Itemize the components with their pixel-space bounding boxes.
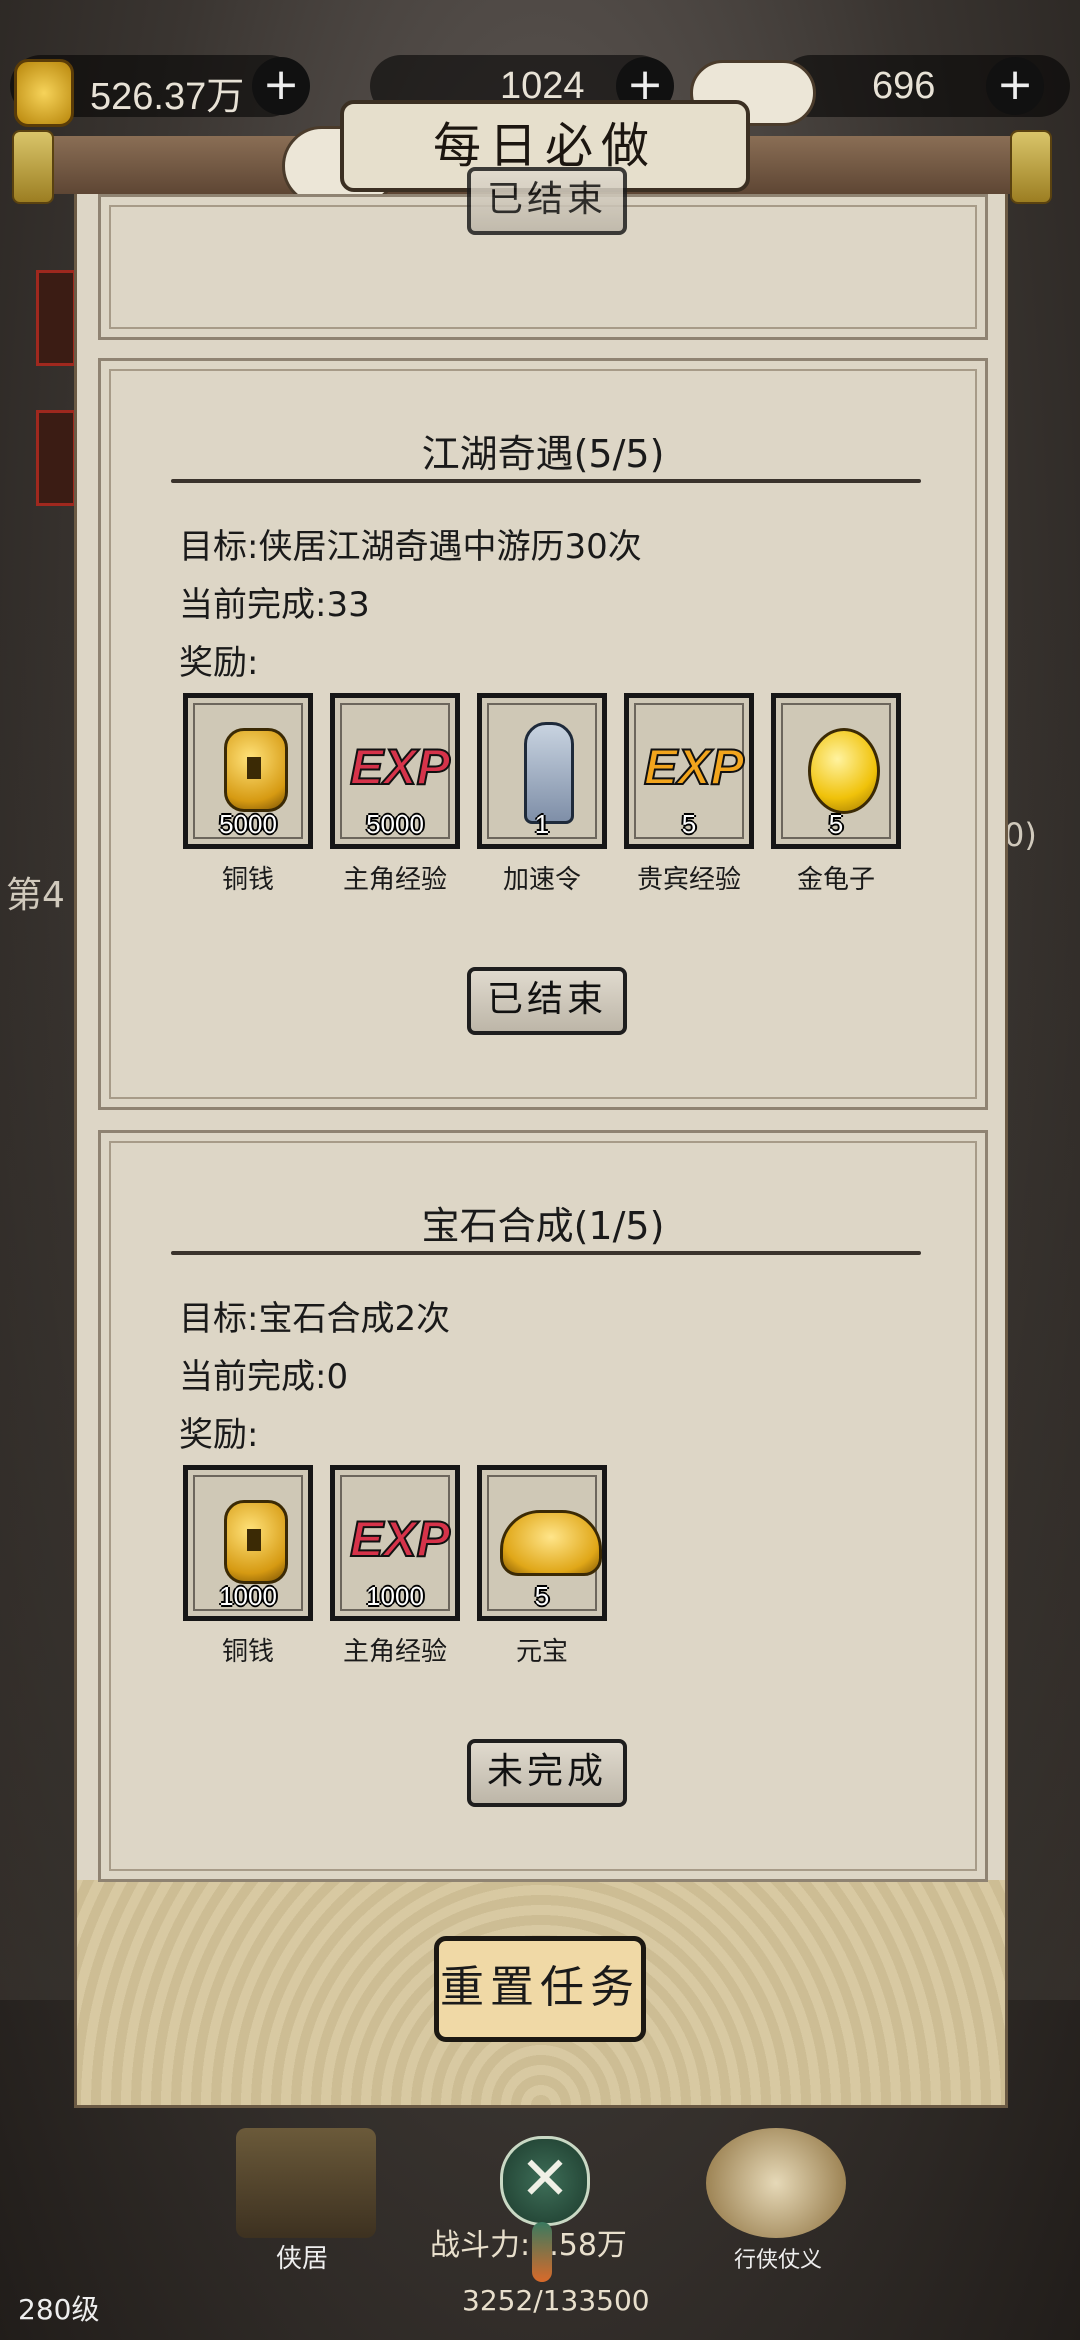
- scroll-end-left: [12, 130, 54, 204]
- reward-label: 奖励:: [179, 643, 259, 683]
- task-goal: 目标:侠居江湖奇遇中游历30次: [179, 527, 642, 567]
- side-right-label: 0): [1004, 816, 1037, 854]
- home-building-icon[interactable]: [236, 2128, 376, 2238]
- exp-red-icon: EXP: [349, 738, 451, 796]
- reward-name: 主角经验: [342, 865, 447, 895]
- task-card-previous: 已结束: [98, 167, 988, 340]
- reward-label: 奖励:: [179, 1415, 259, 1455]
- task-card-jianghu: 江湖奇遇(5/5) 目标:侠居江湖奇遇中游历30次 当前完成:33 奖励: 50…: [98, 358, 988, 1110]
- gold-ingot-icon: [500, 1510, 602, 1576]
- home-label: 侠居: [276, 2244, 329, 2274]
- reward-name: 加速令: [502, 865, 581, 895]
- divider: [171, 479, 921, 483]
- reward-item[interactable]: 5000 铜钱: [183, 693, 313, 895]
- reward-qty: 5000: [219, 809, 277, 839]
- add-coins-button[interactable]: +: [252, 57, 310, 115]
- left-side-button[interactable]: [36, 270, 76, 366]
- reward-item[interactable]: 1000 铜钱: [183, 1465, 313, 1667]
- reward-name: 铜钱: [221, 1637, 274, 1667]
- exp-progress: 3252/133500: [462, 2284, 650, 2317]
- task-title: 宝石合成(1/5): [421, 1204, 665, 1248]
- scroll-end-right: [1010, 130, 1052, 204]
- coin-amount: 526.37万: [90, 76, 245, 118]
- combat-power: 战斗力:8.58万: [430, 2228, 627, 2263]
- reward-qty: 5000: [366, 809, 424, 839]
- reward-item[interactable]: EXP 1000 主角经验: [330, 1465, 460, 1667]
- reward-item[interactable]: 5 元宝: [477, 1465, 607, 1667]
- reward-qty: 1000: [219, 1581, 277, 1611]
- close-button[interactable]: ✕: [500, 2136, 590, 2226]
- reward-item[interactable]: 5 金龟子 }: [771, 693, 901, 895]
- task-status-button[interactable]: 已结束: [467, 967, 627, 1035]
- copper-coin-icon: [224, 728, 288, 812]
- reset-tasks-button[interactable]: 重置任务: [434, 1936, 646, 2042]
- close-button-tassel: [532, 2222, 552, 2282]
- task-goal: 目标:宝石合成2次: [179, 1299, 451, 1339]
- reward-qty: 5: [828, 809, 844, 839]
- copper-coin-icon: [224, 1500, 288, 1584]
- reward-item[interactable]: EXP 5000 主角经验: [330, 693, 460, 895]
- golden-beetle-icon: [808, 728, 880, 814]
- task-progress: 当前完成:0: [179, 1357, 349, 1397]
- quest-character-icon[interactable]: [706, 2128, 846, 2238]
- reward-qty: 1000: [366, 1581, 424, 1611]
- reward-qty: 1: [534, 809, 550, 839]
- task-status-button[interactable]: 未完成: [467, 1739, 627, 1807]
- reward-name: 主角经验: [342, 1637, 447, 1667]
- exp-red-icon: EXP: [349, 1510, 451, 1568]
- side-chapter-label: 第4: [6, 875, 65, 916]
- reward-qty: 5: [681, 809, 697, 839]
- reward-item[interactable]: EXP 5 贵宾经验: [624, 693, 754, 895]
- reward-item[interactable]: 1 加速令: [477, 693, 607, 895]
- reward-name: 金龟子: [796, 865, 875, 895]
- task-title: 江湖奇遇(5/5): [421, 432, 665, 476]
- player-level: 280级: [18, 2293, 100, 2326]
- task-progress: 当前完成:33: [179, 585, 370, 625]
- task-card-gem-synthesis: 宝石合成(1/5) 目标:宝石合成2次 当前完成:0 奖励: 1000 铜钱 E…: [98, 1130, 988, 1882]
- task-status-button[interactable]: 已结束: [467, 167, 627, 235]
- exp-gold-icon: EXP: [643, 738, 745, 796]
- reward-name: 贵宾经验: [636, 865, 741, 895]
- reward-name: 铜钱: [221, 865, 274, 895]
- reward-qty: 5: [534, 1581, 550, 1611]
- left-side-button[interactable]: [36, 410, 76, 506]
- gem-amount: 696: [872, 65, 936, 107]
- divider: [171, 1251, 921, 1255]
- add-gems-button[interactable]: +: [986, 57, 1044, 115]
- reward-name: 元宝: [515, 1637, 568, 1667]
- quest-label: 行侠仗义: [734, 2248, 823, 2273]
- copper-coin-icon: [14, 59, 74, 127]
